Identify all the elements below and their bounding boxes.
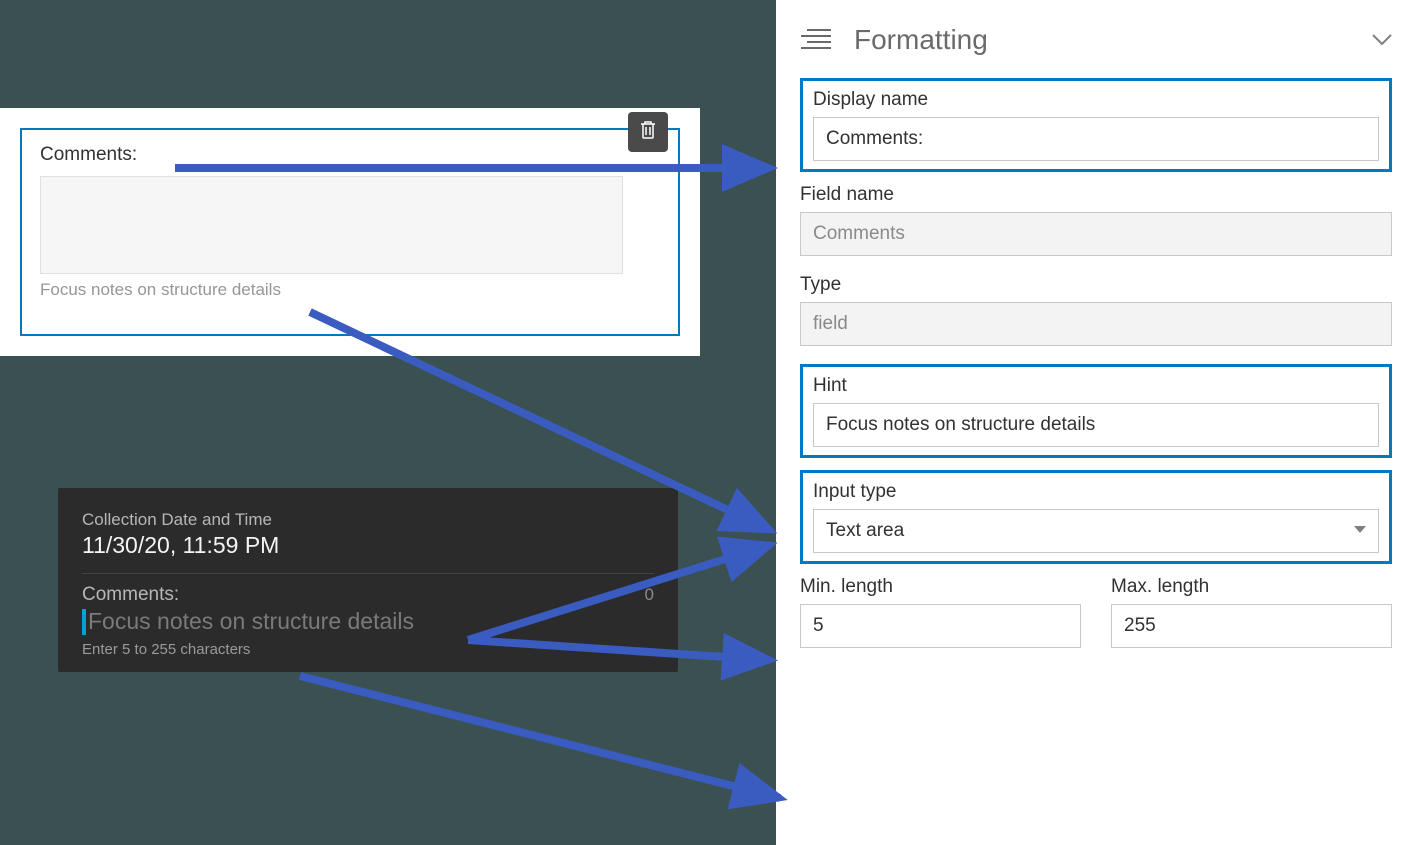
comments-count: 0	[645, 585, 654, 605]
max-length-group: Max. length	[1111, 576, 1392, 648]
display-name-group: Display name	[800, 78, 1392, 172]
formatting-panel: Formatting Display name Field name Type …	[776, 0, 1416, 845]
formatting-icon	[800, 24, 832, 56]
field-name-label: Field name	[800, 184, 1392, 206]
display-name-input[interactable]	[813, 117, 1379, 161]
type-label: Type	[800, 274, 1392, 296]
input-type-group: Input type	[800, 470, 1392, 564]
comments-hint-text: Focus notes on structure details	[88, 608, 414, 635]
field-name-input	[800, 212, 1392, 256]
field-name-group: Field name	[800, 184, 1392, 256]
panel-title: Formatting	[854, 24, 1350, 56]
input-type-value[interactable]	[813, 509, 1379, 553]
max-length-label: Max. length	[1111, 576, 1392, 598]
text-cursor	[82, 609, 86, 635]
comments-input-line[interactable]: Focus notes on structure details	[82, 608, 654, 635]
chevron-down-icon[interactable]	[1372, 34, 1392, 46]
min-length-input[interactable]	[800, 604, 1081, 648]
min-length-label: Min. length	[800, 576, 1081, 598]
hint-group: Hint	[800, 364, 1392, 458]
comments-row: Comments: 0	[82, 584, 654, 606]
divider	[82, 573, 654, 574]
form-preview-wrap: Comments: Focus notes on structure detai…	[0, 108, 700, 356]
input-type-select[interactable]	[813, 509, 1379, 553]
input-type-label: Input type	[813, 481, 1379, 503]
form-preview-card[interactable]: Comments: Focus notes on structure detai…	[20, 128, 680, 336]
min-length-group: Min. length	[800, 576, 1081, 648]
max-length-input[interactable]	[1111, 604, 1392, 648]
form-preview-textarea[interactable]	[40, 176, 623, 274]
hint-label: Hint	[813, 375, 1379, 397]
datetime-value: 11/30/20, 11:59 PM	[82, 532, 654, 559]
type-group: Type	[800, 274, 1392, 346]
comments-label: Comments:	[82, 584, 179, 606]
length-row: Min. length Max. length	[800, 576, 1392, 666]
datetime-label: Collection Date and Time	[82, 510, 654, 530]
app-preview: Collection Date and Time 11/30/20, 11:59…	[58, 488, 678, 672]
panel-header[interactable]: Formatting	[800, 24, 1392, 56]
range-hint: Enter 5 to 255 characters	[82, 641, 654, 658]
display-name-label: Display name	[813, 89, 1379, 111]
delete-button[interactable]	[628, 112, 668, 152]
form-preview-title: Comments:	[40, 144, 660, 166]
form-preview-hint: Focus notes on structure details	[40, 280, 660, 300]
trash-icon	[639, 120, 657, 145]
type-input	[800, 302, 1392, 346]
hint-input[interactable]	[813, 403, 1379, 447]
